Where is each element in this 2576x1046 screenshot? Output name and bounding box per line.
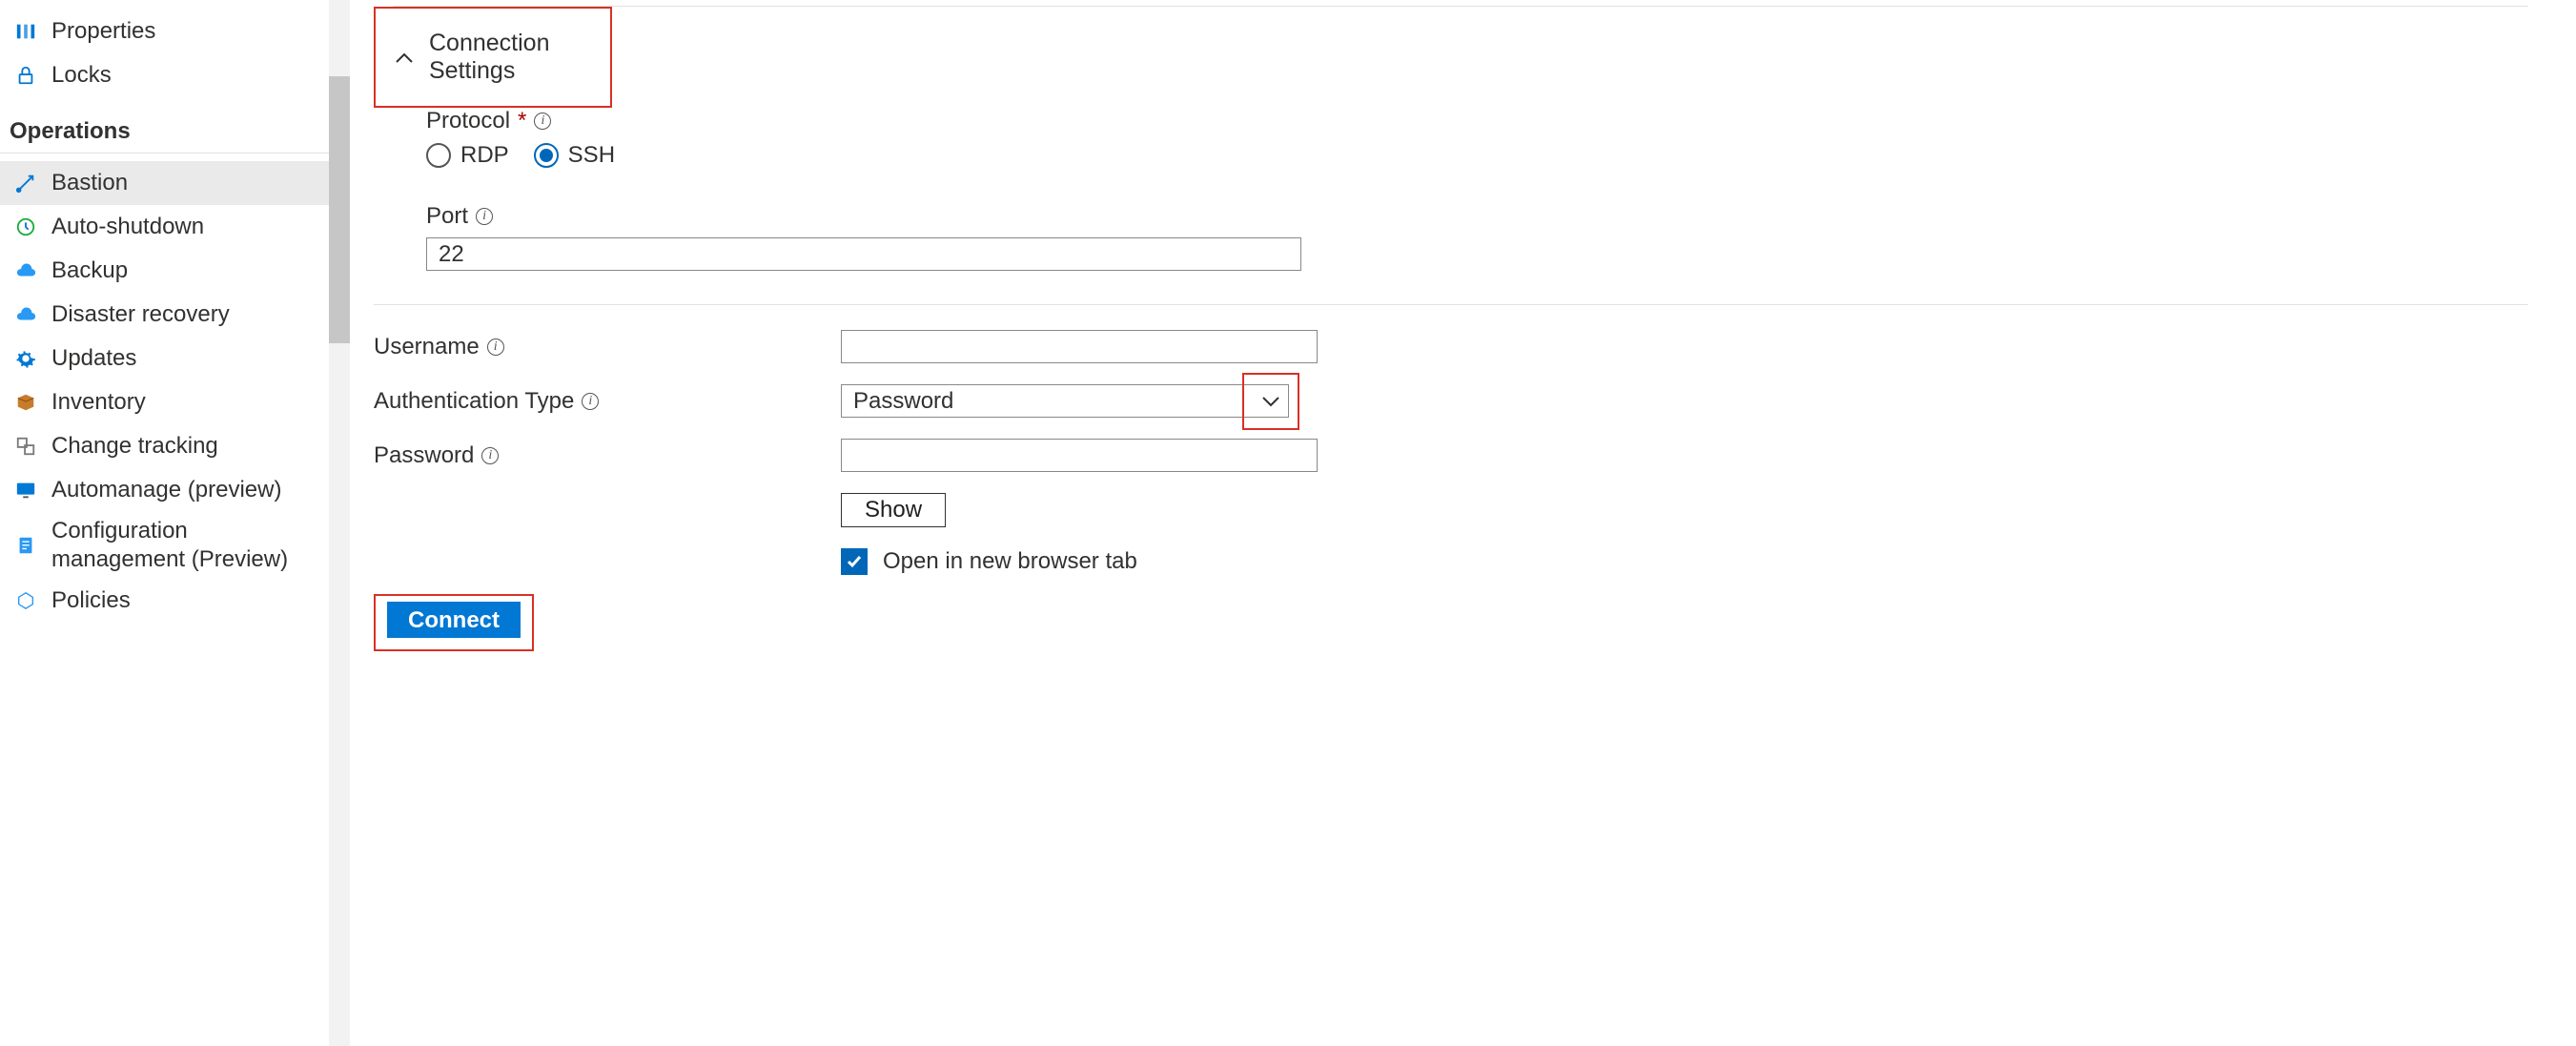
sidebar-item-label: Properties <box>51 18 316 45</box>
info-icon[interactable]: i <box>487 338 504 356</box>
sidebar-item-label: Backup <box>51 257 316 284</box>
credentials-section: Username i Authentication Type i Passwor… <box>374 330 2538 575</box>
radio-label: RDP <box>460 142 509 169</box>
sidebar-item-policies[interactable]: Policies <box>0 579 329 623</box>
radio-icon <box>426 143 451 168</box>
new-tab-checkbox[interactable] <box>841 548 868 575</box>
radio-icon <box>534 143 559 168</box>
sidebar-item-label: Disaster recovery <box>51 301 316 328</box>
protocol-label: Protocol <box>426 108 510 134</box>
sidebar-item-locks[interactable]: Locks <box>0 53 329 97</box>
monitor-icon <box>13 480 38 501</box>
check-icon <box>845 552 864 571</box>
info-icon[interactable]: i <box>582 393 599 410</box>
sidebar-item-bastion[interactable]: Bastion <box>0 161 329 205</box>
sidebar-item-change-tracking[interactable]: Change tracking <box>0 424 329 468</box>
lock-icon <box>13 65 38 86</box>
password-input[interactable] <box>841 439 1318 472</box>
sidebar-item-backup[interactable]: Backup <box>0 249 329 293</box>
sidebar-item-label: Configuration management (Preview) <box>51 517 316 574</box>
radio-ssh[interactable]: SSH <box>534 142 615 169</box>
protocol-field: Protocol * i RDP SSH Port i <box>374 108 2538 271</box>
sidebar-item-label: Change tracking <box>51 433 316 460</box>
section-title: Connection Settings <box>429 30 601 85</box>
box-icon <box>13 392 38 413</box>
sidebar-item-label: Automanage (preview) <box>51 477 316 503</box>
sidebar-item-label: Updates <box>51 345 316 372</box>
sidebar-item-label: Inventory <box>51 389 316 416</box>
radio-label: SSH <box>568 142 615 169</box>
username-input[interactable] <box>841 330 1318 363</box>
username-label: Username <box>374 334 480 360</box>
sidebar-item-disaster-recovery[interactable]: Disaster recovery <box>0 293 329 337</box>
radio-rdp[interactable]: RDP <box>426 142 509 169</box>
port-field: Port i <box>426 203 2538 271</box>
cloud-upload-icon <box>13 260 38 281</box>
dropdown-value: Password <box>853 388 953 415</box>
highlight-box <box>1242 373 1299 430</box>
sidebar-item-automanage[interactable]: Automanage (preview) <box>0 468 329 512</box>
info-icon[interactable]: i <box>476 208 493 225</box>
cloud-sync-icon <box>13 304 38 325</box>
connect-highlight: Connect <box>374 594 534 651</box>
policy-icon <box>13 590 38 611</box>
show-button[interactable]: Show <box>841 493 946 527</box>
bastion-icon <box>13 173 38 194</box>
properties-icon <box>13 21 38 42</box>
document-icon <box>13 535 38 556</box>
info-icon[interactable]: i <box>534 113 551 130</box>
sidebar: Properties Locks Operations Bastion Auto… <box>0 0 329 1046</box>
gear-icon <box>13 348 38 369</box>
sidebar-item-inventory[interactable]: Inventory <box>0 380 329 424</box>
sidebar-item-label: Locks <box>51 62 316 89</box>
port-label: Port <box>426 203 468 230</box>
divider <box>393 6 2528 7</box>
change-tracking-icon <box>13 436 38 457</box>
divider <box>374 304 2528 305</box>
scrollbar-thumb[interactable] <box>329 76 350 343</box>
chevron-down-icon <box>1261 396 1280 407</box>
sidebar-item-updates[interactable]: Updates <box>0 337 329 380</box>
auth-type-dropdown[interactable]: Password <box>841 384 1289 418</box>
sidebar-section-operations: Operations <box>0 97 329 154</box>
sidebar-item-label: Auto-shutdown <box>51 214 316 240</box>
connection-settings-header[interactable]: Connection Settings <box>374 7 612 108</box>
chevron-up-icon <box>395 44 414 71</box>
sidebar-item-configuration-management[interactable]: Configuration management (Preview) <box>0 512 329 579</box>
password-label: Password <box>374 442 474 469</box>
connect-button[interactable]: Connect <box>387 602 521 638</box>
port-input[interactable] <box>426 237 1301 271</box>
sidebar-scrollbar[interactable] <box>329 0 350 1046</box>
sidebar-item-auto-shutdown[interactable]: Auto-shutdown <box>0 205 329 249</box>
main-panel: Connection Settings Protocol * i RDP SSH <box>350 0 2576 1046</box>
new-tab-label: Open in new browser tab <box>883 548 1137 575</box>
info-icon[interactable]: i <box>481 447 499 464</box>
sidebar-item-label: Bastion <box>51 170 316 196</box>
clock-icon <box>13 216 38 237</box>
required-indicator: * <box>518 108 526 134</box>
sidebar-item-properties[interactable]: Properties <box>0 10 329 53</box>
sidebar-item-label: Policies <box>51 587 316 614</box>
auth-type-label: Authentication Type <box>374 388 574 415</box>
